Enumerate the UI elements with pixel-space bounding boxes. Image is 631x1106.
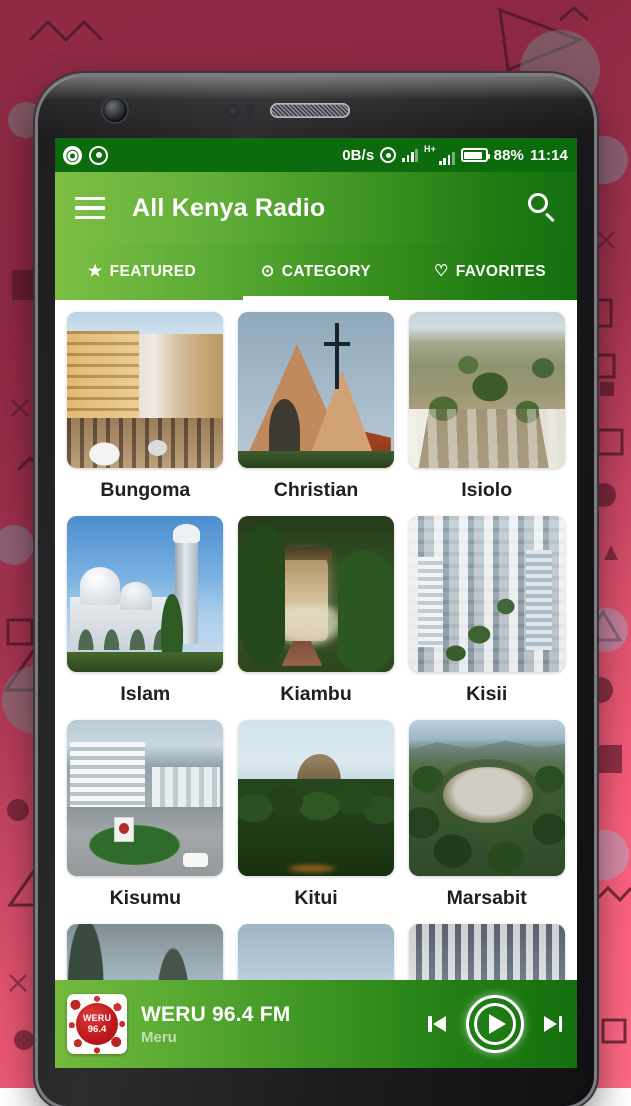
tab-favorites-label: FAVORITES <box>456 263 546 281</box>
battery-icon <box>461 148 488 162</box>
category-thumbnail[interactable] <box>238 516 394 672</box>
app-circle-icon: ⦿ <box>63 146 82 165</box>
skip-next-icon[interactable] <box>538 1011 564 1037</box>
hplus-signal-icon: H+ <box>424 145 455 165</box>
tab-featured-label: FEATURED <box>110 263 196 281</box>
category-image-marsabit <box>409 720 565 876</box>
phone-bottom-bezel <box>38 1070 594 1106</box>
category-thumbnail[interactable] <box>238 720 394 876</box>
station-logo-line1: WERU <box>83 1014 111 1023</box>
star-icon: ★ <box>88 264 103 280</box>
category-card[interactable]: Christian <box>236 312 397 508</box>
page-title: All Kenya Radio <box>132 194 325 223</box>
category-image-kisumu <box>67 720 223 876</box>
phone-device: ⦿ 0B/s H+ 88% 11:14 <box>38 76 594 1106</box>
category-thumbnail[interactable] <box>409 516 565 672</box>
category-label: Bungoma <box>100 479 190 502</box>
category-label: Kiambu <box>280 683 352 706</box>
category-grid-scroll[interactable]: Bungoma Christian <box>55 300 577 1068</box>
category-thumbnail[interactable] <box>67 720 223 876</box>
player-controls <box>426 995 564 1053</box>
battery-percent-label: 88% <box>494 147 524 164</box>
phone-screen: ⦿ 0B/s H+ 88% 11:14 <box>55 138 577 1068</box>
category-image-isiolo <box>409 312 565 468</box>
proximity-sensor-icon <box>226 104 239 117</box>
play-icon[interactable] <box>466 995 524 1053</box>
clock-label: 11:14 <box>530 147 568 164</box>
category-card[interactable]: Kisumu <box>65 720 226 916</box>
earpiece-speaker <box>270 103 350 118</box>
tab-bar: ★ FEATURED ⊙ CATEGORY ♡ FAVORITES <box>55 244 577 300</box>
category-image-bungoma <box>67 312 223 468</box>
category-label: Kitui <box>294 887 337 910</box>
tab-category[interactable]: ⊙ CATEGORY <box>229 244 403 300</box>
record-target-icon <box>89 146 108 165</box>
station-logo-line2: 96.4 <box>88 1025 107 1035</box>
category-label: Isiolo <box>461 479 512 502</box>
heart-icon: ♡ <box>434 264 449 280</box>
category-label: Islam <box>120 683 170 706</box>
tab-featured[interactable]: ★ FEATURED <box>55 244 229 300</box>
category-label: Marsabit <box>447 887 527 910</box>
category-thumbnail[interactable] <box>67 516 223 672</box>
category-thumbnail[interactable] <box>67 312 223 468</box>
category-card[interactable]: Kisii <box>406 516 567 712</box>
category-thumbnail[interactable] <box>238 312 394 468</box>
now-playing-title: WERU 96.4 FM <box>141 1003 290 1027</box>
now-playing-subtitle: Meru <box>141 1029 290 1046</box>
category-image-christian <box>238 312 394 468</box>
status-bar: ⦿ 0B/s H+ 88% 11:14 <box>55 138 577 172</box>
category-label: Kisumu <box>110 887 182 910</box>
hotspot-icon <box>380 147 396 163</box>
category-card[interactable]: Kiambu <box>236 516 397 712</box>
mini-player-bar[interactable]: WERU 96.4 WERU 96.4 FM Meru <box>55 980 577 1068</box>
hamburger-menu-icon[interactable] <box>75 197 105 219</box>
status-bar-notifications: ⦿ <box>63 146 108 165</box>
front-camera-icon <box>103 98 127 122</box>
category-card[interactable]: Islam <box>65 516 226 712</box>
light-sensor-icon <box>246 104 254 116</box>
app-bar: All Kenya Radio <box>55 172 577 244</box>
category-card[interactable]: Bungoma <box>65 312 226 508</box>
category-image-islam <box>67 516 223 672</box>
category-thumbnail[interactable] <box>409 720 565 876</box>
category-thumbnail[interactable] <box>409 312 565 468</box>
category-image-kisii <box>409 516 565 672</box>
player-metadata: WERU 96.4 FM Meru <box>141 1003 290 1046</box>
search-icon[interactable] <box>525 191 559 225</box>
category-card[interactable]: Marsabit <box>406 720 567 916</box>
status-bar-system-icons: 0B/s H+ 88% 11:14 <box>342 145 568 165</box>
category-label: Christian <box>274 479 359 502</box>
data-rate-label: 0B/s <box>342 147 374 164</box>
signal-bars-icon <box>402 148 418 162</box>
category-image-kiambu <box>238 516 394 672</box>
tab-favorites[interactable]: ♡ FAVORITES <box>403 244 577 300</box>
category-target-icon: ⊙ <box>261 264 275 280</box>
category-card[interactable]: Kitui <box>236 720 397 916</box>
category-grid: Bungoma Christian <box>65 312 567 1068</box>
station-logo: WERU 96.4 <box>67 994 127 1054</box>
category-label: Kisii <box>466 683 507 706</box>
category-image-kitui <box>238 720 394 876</box>
skip-previous-icon[interactable] <box>426 1011 452 1037</box>
category-card[interactable]: Isiolo <box>406 312 567 508</box>
phone-top-bezel <box>38 76 594 138</box>
tab-category-label: CATEGORY <box>282 263 371 281</box>
